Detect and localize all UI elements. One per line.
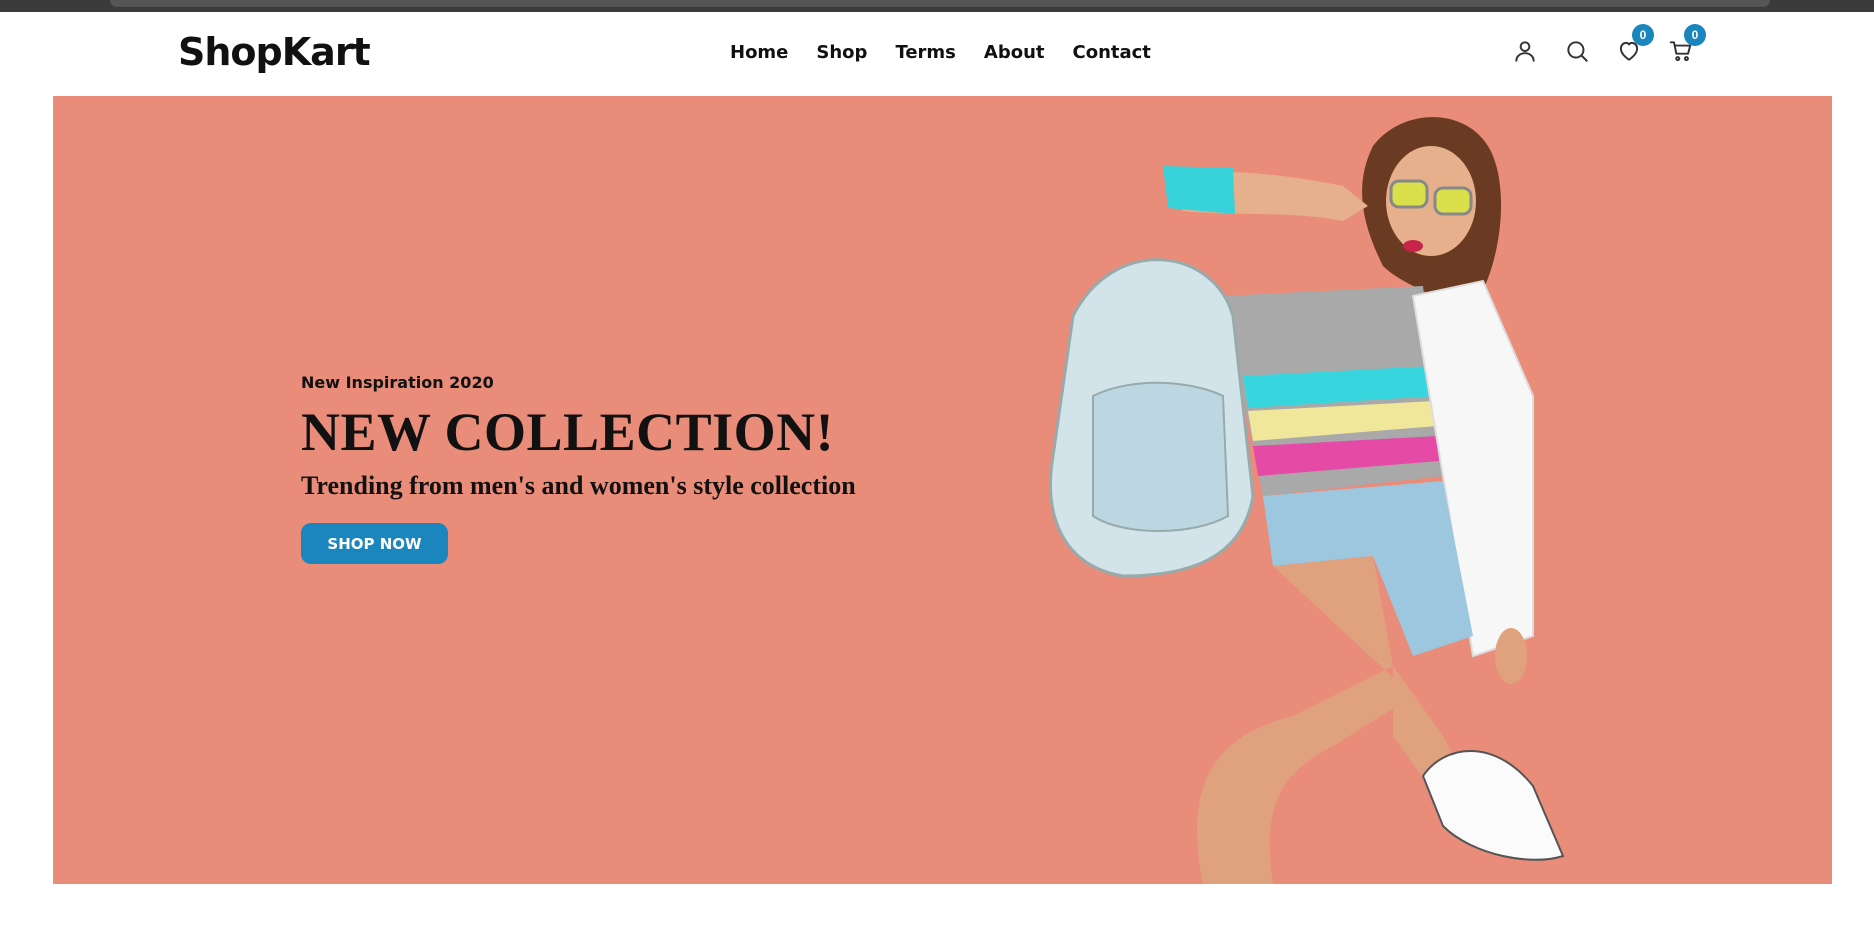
site-header: ShopKart Home Shop Terms About Contact 0 [0,12,1874,96]
hero-title: NEW COLLECTION! [301,402,835,462]
hero-description: Trending from men's and women's style co… [301,471,856,500]
nav-contact[interactable]: Contact [1073,42,1151,63]
search-icon[interactable] [1564,38,1590,64]
header-icons: 0 0 [1512,24,1706,64]
cart-count-badge: 0 [1684,24,1706,46]
main-navigation: Home Shop Terms About Contact [730,42,1151,63]
nav-shop[interactable]: Shop [816,42,867,63]
nav-home[interactable]: Home [730,42,788,63]
wishlist-button[interactable]: 0 [1616,24,1654,64]
nav-about[interactable]: About [984,42,1045,63]
nav-terms[interactable]: Terms [895,42,955,63]
hero-subtitle: New Inspiration 2020 [301,373,494,392]
browser-tab-bar [110,0,1770,7]
user-icon[interactable] [1512,38,1538,64]
browser-chrome-strip [0,0,1874,12]
shop-now-button[interactable]: SHOP NOW [301,523,448,564]
fashion-model-image [1049,117,1565,884]
cart-button[interactable]: 0 [1668,24,1706,64]
hero-banner: New Inspiration 2020 NEW COLLECTION! Tre… [53,96,1832,884]
wishlist-count-badge: 0 [1632,24,1654,46]
site-logo[interactable]: ShopKart [178,30,371,74]
